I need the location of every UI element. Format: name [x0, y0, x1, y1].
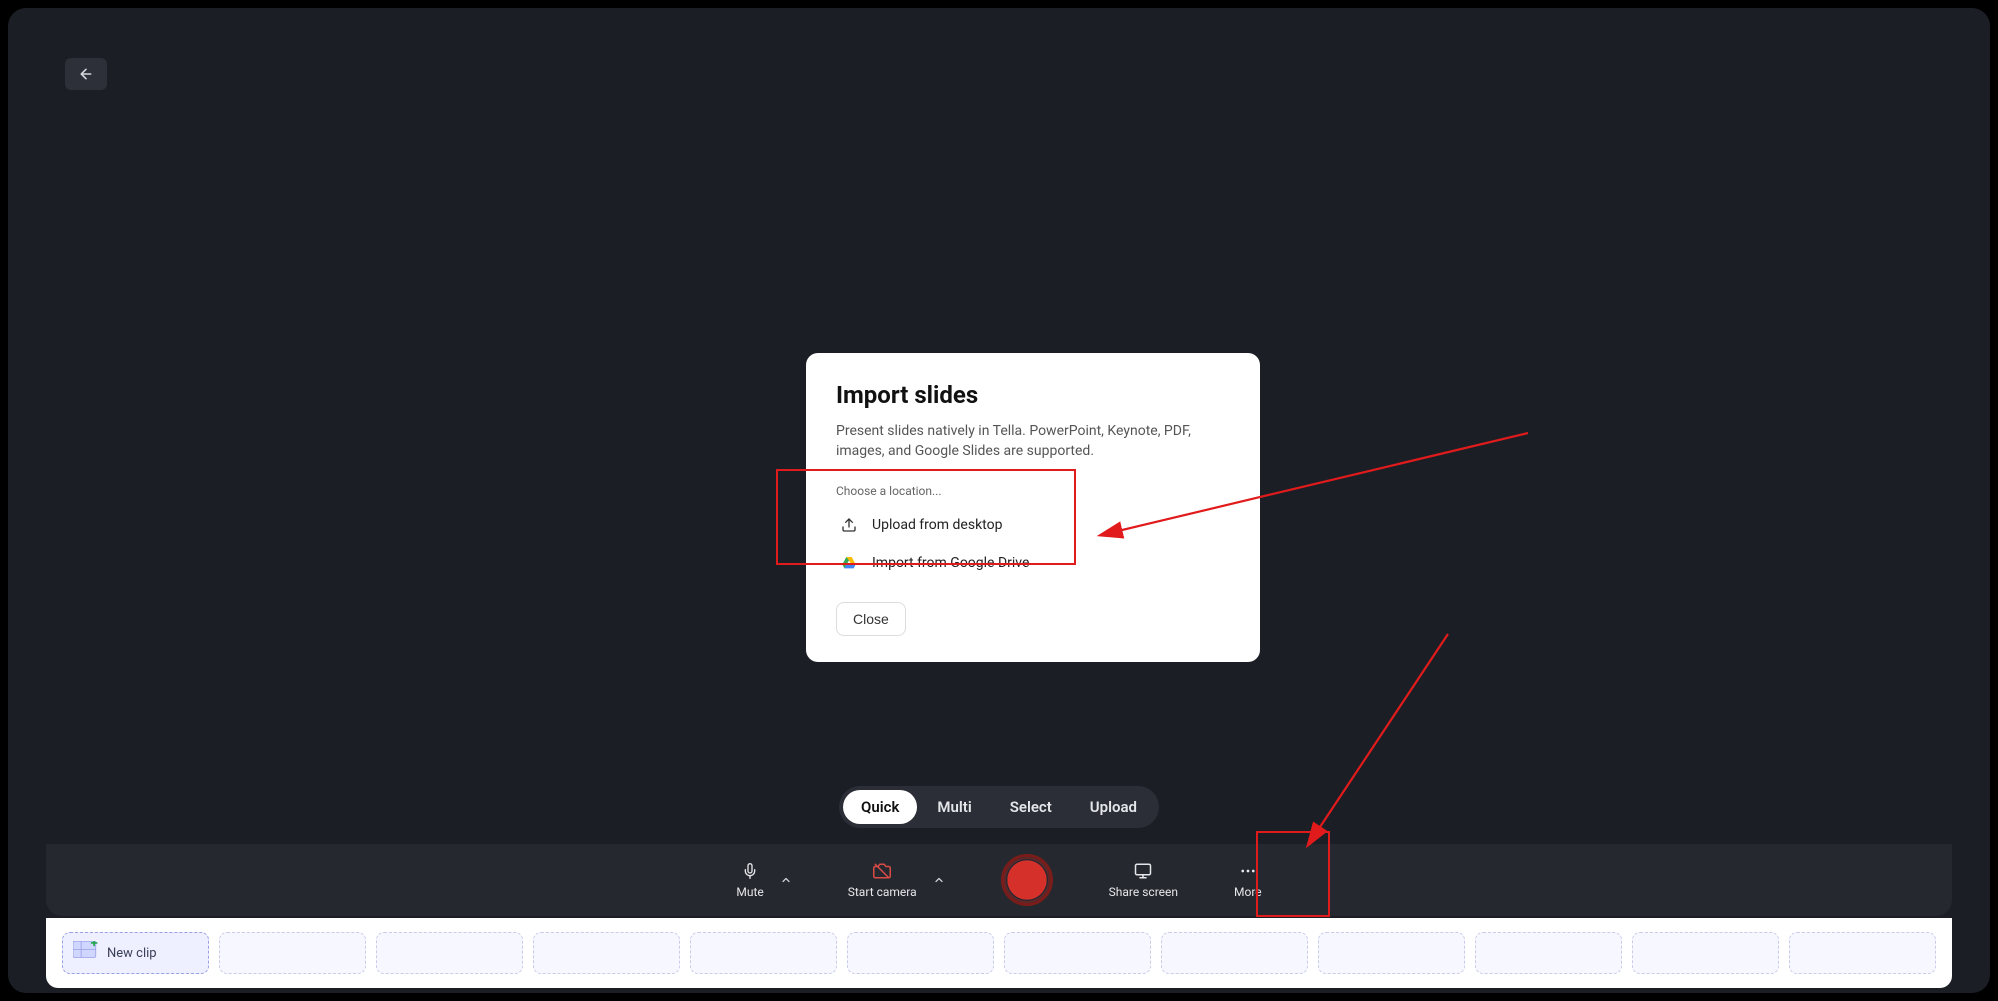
close-button[interactable]: Close	[836, 602, 906, 636]
more-button[interactable]: More	[1234, 861, 1262, 899]
dialog-title: Import slides	[836, 381, 1230, 409]
new-clip-label: New clip	[107, 946, 157, 961]
mute-group: Mute	[736, 861, 791, 899]
chevron-up-icon	[780, 874, 792, 886]
upload-option-label: Upload from desktop	[872, 517, 1002, 533]
import-slides-dialog: Import slides Present slides natively in…	[806, 353, 1260, 662]
clip-placeholder[interactable]: .	[376, 932, 523, 974]
mode-upload[interactable]: Upload	[1072, 790, 1155, 824]
record-button[interactable]	[1001, 854, 1053, 906]
arrow-left-icon	[78, 66, 94, 82]
back-button[interactable]	[65, 58, 107, 90]
mode-select[interactable]: Select	[992, 790, 1070, 824]
camera-group: Start camera	[848, 861, 945, 899]
camera-off-icon	[872, 861, 892, 881]
annotation-arrow-to-more	[1288, 624, 1488, 858]
recorder-toolbar: Mute Start camera Share screen	[46, 844, 1952, 916]
clip-placeholder[interactable]: .	[219, 932, 366, 974]
start-camera-button[interactable]: Start camera	[848, 861, 917, 899]
gdrive-option-label: Import from Google Drive	[872, 555, 1029, 571]
slides-plus-icon	[73, 941, 99, 965]
share-screen-button[interactable]: Share screen	[1109, 861, 1178, 899]
dialog-section-label: Choose a location...	[836, 484, 1230, 498]
clip-placeholder[interactable]: .	[1318, 932, 1465, 974]
google-drive-icon	[840, 554, 858, 572]
mode-quick[interactable]: Quick	[843, 790, 917, 824]
app-frame: Import slides Present slides natively in…	[8, 8, 1990, 993]
camera-chevron[interactable]	[933, 871, 945, 890]
more-label: More	[1234, 885, 1262, 899]
clip-placeholder[interactable]: .	[1475, 932, 1622, 974]
chevron-up-icon	[933, 874, 945, 886]
clip-placeholder[interactable]: .	[1632, 932, 1779, 974]
dialog-description: Present slides natively in Tella. PowerP…	[836, 421, 1230, 462]
import-from-google-drive-option[interactable]: Import from Google Drive	[836, 544, 1230, 582]
clip-placeholder[interactable]: .	[1004, 932, 1151, 974]
monitor-icon	[1134, 861, 1152, 881]
clip-placeholder[interactable]: .	[533, 932, 680, 974]
mode-multi[interactable]: Multi	[919, 790, 989, 824]
more-horizontal-icon	[1239, 861, 1257, 881]
share-screen-label: Share screen	[1109, 885, 1178, 899]
clip-placeholder[interactable]: .	[847, 932, 994, 974]
clip-placeholder[interactable]: .	[1161, 932, 1308, 974]
mute-chevron[interactable]	[780, 871, 792, 890]
mute-button[interactable]: Mute	[736, 861, 763, 899]
clip-placeholder[interactable]: .	[1789, 932, 1936, 974]
new-clip-button[interactable]: New clip	[62, 932, 209, 974]
recording-mode-selector: Quick Multi Select Upload	[839, 786, 1159, 828]
upload-icon	[840, 516, 858, 534]
clips-timeline: New clip . . . . . . . . . . .	[46, 918, 1952, 988]
upload-from-desktop-option[interactable]: Upload from desktop	[836, 506, 1230, 544]
mute-label: Mute	[736, 885, 763, 899]
microphone-icon	[742, 861, 758, 881]
clip-placeholder[interactable]: .	[690, 932, 837, 974]
start-camera-label: Start camera	[848, 885, 917, 899]
